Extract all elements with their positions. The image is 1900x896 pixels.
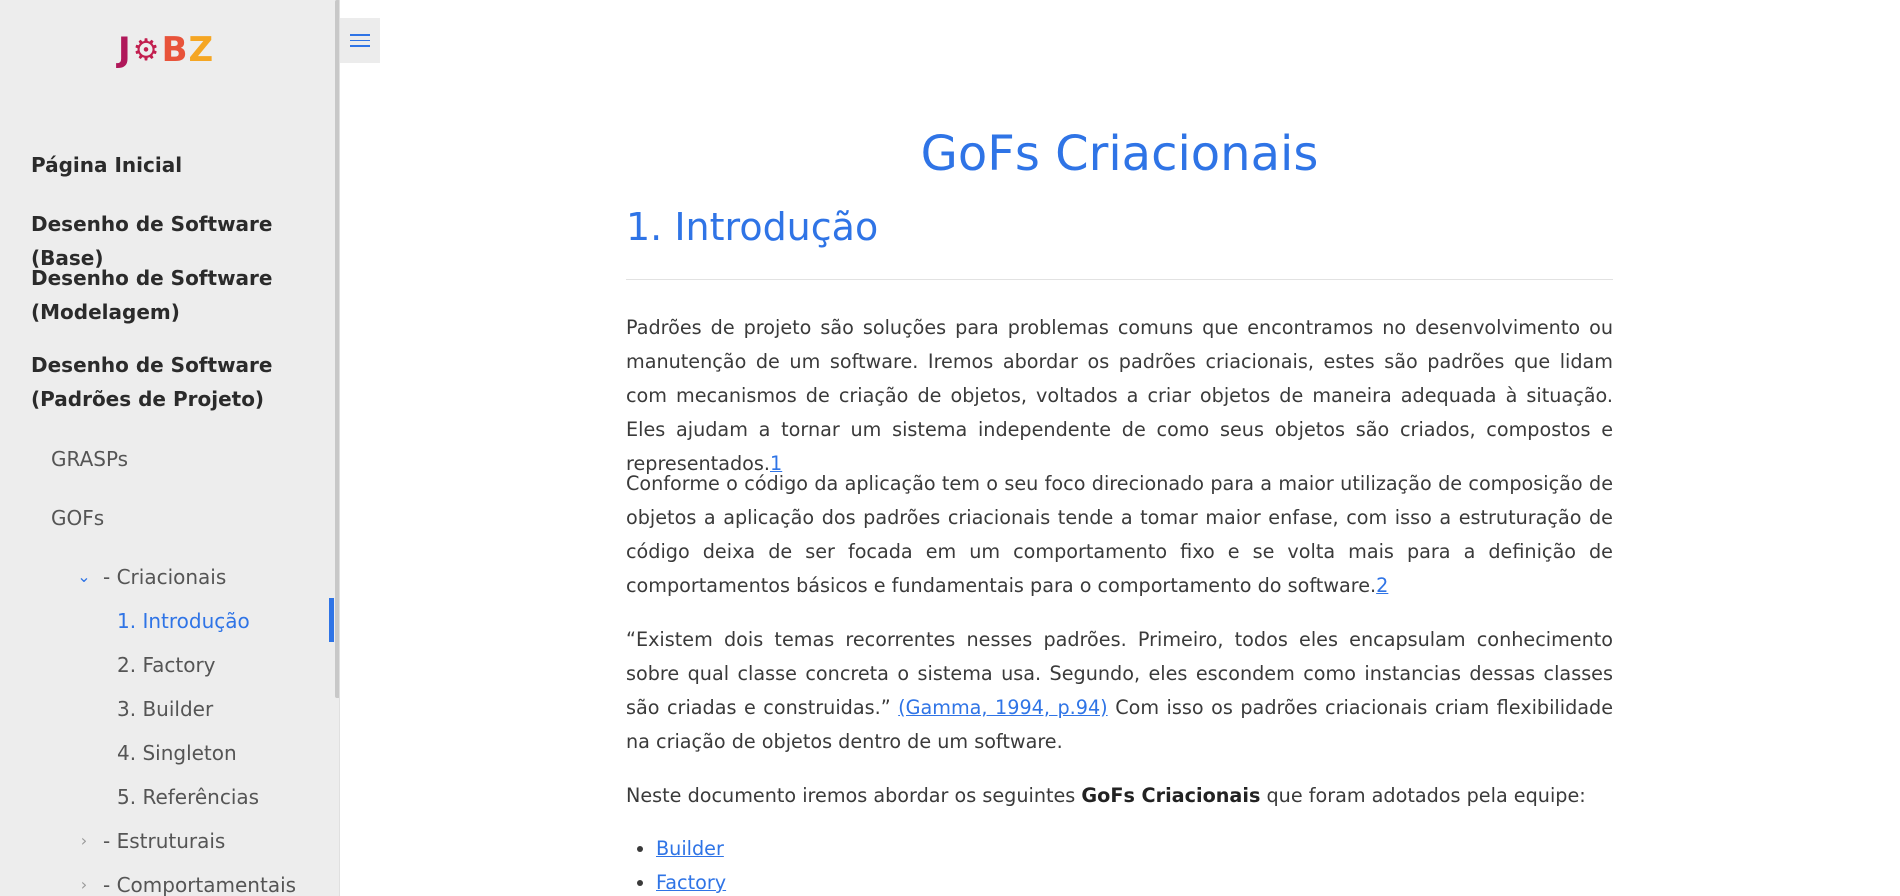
gof-list: Builder Factory [656,832,726,896]
jobz-logo[interactable]: J ⚙ B Z [118,30,214,70]
logo-letter-z: Z [188,30,215,70]
gear-icon: ⚙ [132,32,161,68]
paragraph-quote: “Existem dois temas recorrentes nesses p… [626,628,1613,753]
sidebar-item-desenho-modelagem[interactable]: Desenho de Software (Modelagem) [31,261,321,329]
page-title: GoFs Criacionais [920,126,1319,182]
sidebar-item-introducao[interactable]: 1. Introdução [117,604,250,638]
sidebar-item-factory[interactable]: 2. Factory [117,648,216,682]
sidebar-item-builder[interactable]: 3. Builder [117,692,213,726]
paragraph-intro: Padrões de projeto são soluções para pro… [626,316,1613,475]
sidebar-item-singleton[interactable]: 4. Singleton [117,736,237,770]
sidebar: J ⚙ B Z Página Inicial Desenho de Software … [0,0,340,896]
paragraph-list-intro: Neste documento iremos abordar os seguin… [626,784,1586,807]
sidebar-item-pagina-inicial[interactable]: Página Inicial [31,148,321,182]
hamburger-icon [350,34,370,36]
sidebar-item-label: - Comportamentais [103,873,297,896]
logo-letter-j: J [118,30,132,70]
logo-letter-b: B [161,30,189,70]
sidebar-item-criacionais[interactable]: ⌄ - Criacionais [73,560,226,594]
active-indicator [329,598,334,642]
sidebar-item-gofs[interactable]: GOFs [51,501,104,535]
paragraph-composition: Conforme o código da aplicação tem o seu… [626,472,1613,597]
footnote-link-2[interactable]: 2 [1376,574,1388,597]
list-item: Factory [656,866,726,896]
factory-link[interactable]: Factory [656,871,726,894]
chevron-right-icon[interactable]: › [73,868,95,896]
sidebar-item-label: - Estruturais [103,829,226,853]
sidebar-item-referencias[interactable]: 5. Referências [117,780,259,814]
list-item: Builder [656,832,726,866]
sidebar-item-grasps[interactable]: GRASPs [51,442,128,476]
menu-toggle-button[interactable] [340,18,380,63]
chevron-down-icon[interactable]: ⌄ [73,560,95,594]
citation-link-gamma[interactable]: (Gamma, 1994, p.94) [898,696,1108,719]
sidebar-item-desenho-padroes[interactable]: Desenho de Software (Padrões de Projeto) [31,348,321,416]
sidebar-item-estruturais[interactable]: › - Estruturais [73,824,226,858]
section-title: 1. Introdução [626,205,879,249]
sidebar-item-label: - Criacionais [103,565,227,589]
sidebar-scrollbar[interactable] [335,0,339,698]
divider [626,279,1613,280]
builder-link[interactable]: Builder [656,837,724,860]
chevron-right-icon[interactable]: › [73,824,95,858]
sidebar-item-comportamentais[interactable]: › - Comportamentais [73,868,296,896]
